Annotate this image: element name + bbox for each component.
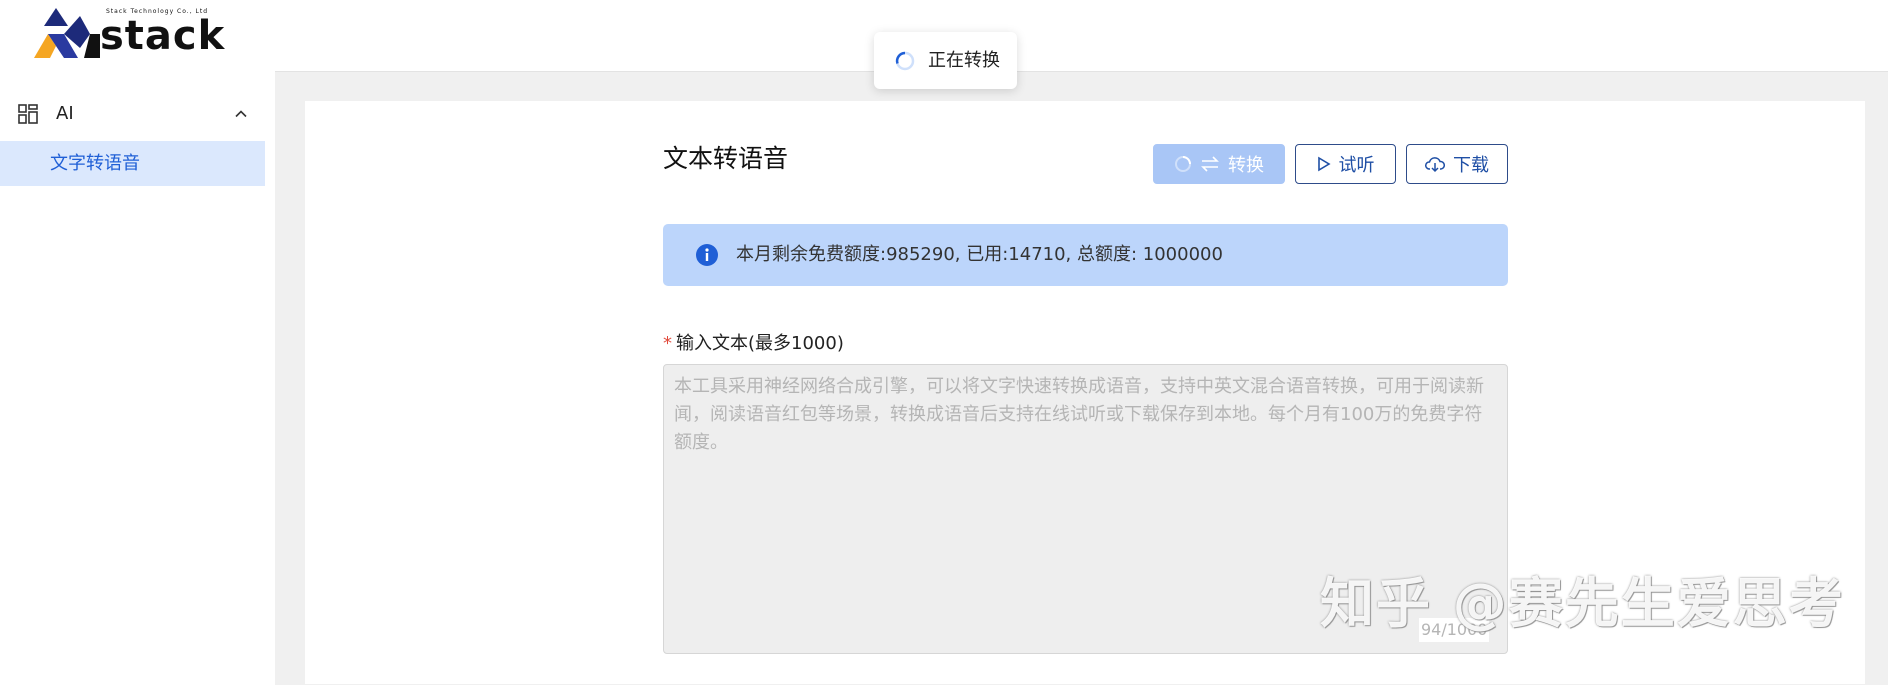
download-label: 下载 xyxy=(1453,155,1489,176)
play-icon xyxy=(1317,156,1331,172)
sidebar-group-label: AI xyxy=(56,103,74,124)
brand-logo[interactable]: Stack Technology Co., Ltd stack xyxy=(34,6,230,58)
toast-text: 正在转换 xyxy=(928,50,1000,71)
logo-wordmark: stack xyxy=(100,13,226,59)
quota-text: 本月剩余免费额度:985290, 已用:14710, 总额度: 1000000 xyxy=(736,244,1223,265)
watermark: 知乎 @赛先生爱思考 xyxy=(1320,572,1845,635)
listen-button[interactable]: 试听 xyxy=(1295,144,1396,184)
input-text-label-text: 输入文本(最多1000) xyxy=(676,333,844,354)
convert-label: 转换 xyxy=(1228,155,1264,176)
spinner-icon xyxy=(895,51,915,71)
sidebar: Stack Technology Co., Ltd stack AI 文字转语音 xyxy=(0,0,275,684)
grid-icon xyxy=(18,104,38,124)
sidebar-group-ai[interactable]: AI xyxy=(0,94,265,134)
convert-button[interactable]: 转换 xyxy=(1153,144,1285,184)
listen-label: 试听 xyxy=(1338,155,1375,176)
swap-arrows-icon xyxy=(1201,156,1219,172)
converting-toast: 正在转换 xyxy=(874,32,1017,89)
sidebar-item-label: 文字转语音 xyxy=(50,153,140,174)
chevron-up-icon[interactable] xyxy=(234,107,248,121)
cloud-download-icon xyxy=(1425,157,1445,173)
loading-spinner-icon xyxy=(1175,156,1191,172)
input-text-label: * 输入文本(最多1000) xyxy=(663,332,844,356)
info-icon xyxy=(696,244,718,266)
page-title: 文本转语音 xyxy=(663,144,789,173)
download-button[interactable]: 下载 xyxy=(1406,144,1508,184)
quota-alert: 本月剩余免费额度:985290, 已用:14710, 总额度: 1000000 xyxy=(663,224,1508,286)
sidebar-item-text-to-speech[interactable]: 文字转语音 xyxy=(0,141,265,186)
required-mark: * xyxy=(663,333,672,354)
logo-mark-icon xyxy=(34,8,100,58)
